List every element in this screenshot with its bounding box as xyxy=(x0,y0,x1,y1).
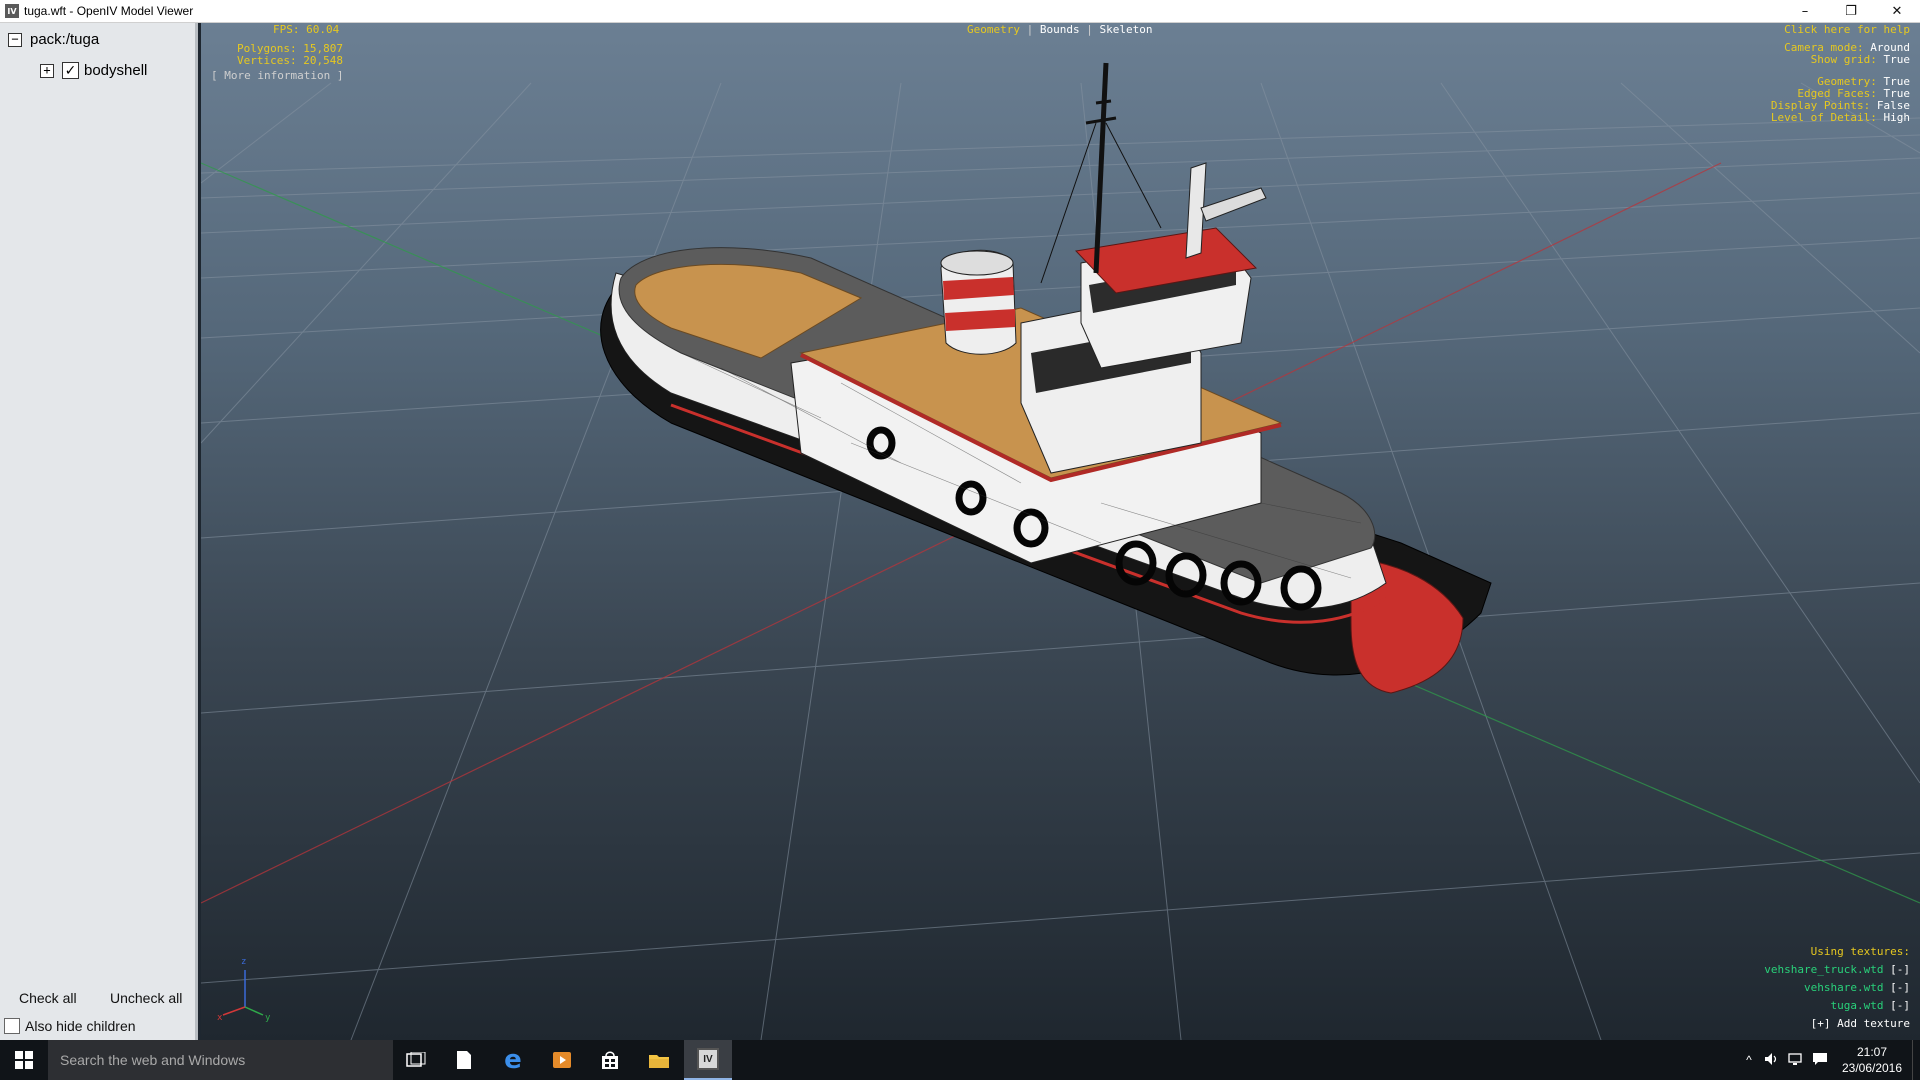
tree-node-bodyshell[interactable]: + ✓ bodyshell xyxy=(40,62,147,79)
model-tree-panel: − pack:/tuga + ✓ bodyshell Check all Unc… xyxy=(0,23,198,1040)
view-mode-separator: | xyxy=(1026,23,1034,36)
media-player-icon[interactable] xyxy=(538,1040,586,1080)
taskbar: Search the web and Windows xyxy=(0,1040,1920,1080)
tugboat-model xyxy=(600,62,1492,694)
network-icon[interactable] xyxy=(1784,1052,1808,1069)
axis-label-y: y xyxy=(265,1013,271,1023)
expand-icon[interactable]: + xyxy=(40,63,54,78)
view-mode-bounds[interactable]: Bounds xyxy=(1040,23,1080,36)
clock-date: 23/06/2016 xyxy=(1841,1061,1903,1075)
model-viewport[interactable]: FPS: 60.04 Polygons: 15,807 Vertices: 20… xyxy=(201,23,1920,1040)
file-icon[interactable] xyxy=(440,1040,488,1080)
texture-item: vehshare.wtd [-] xyxy=(1764,979,1910,997)
also-hide-children-checkbox[interactable] xyxy=(4,1018,20,1034)
restore-button[interactable]: ❐ xyxy=(1828,0,1874,22)
tree-node-bodyshell-label[interactable]: bodyshell xyxy=(84,62,147,79)
minimize-button[interactable]: – xyxy=(1782,0,1828,22)
view-mode-tabs: Geometry | Bounds | Skeleton xyxy=(967,23,1152,36)
volume-icon[interactable] xyxy=(1760,1052,1784,1069)
viewport-scene xyxy=(201,62,1920,1040)
texture-item: vehshare_truck.wtd [-] xyxy=(1764,961,1910,979)
action-center-icon[interactable] xyxy=(1808,1052,1832,1069)
openiv-app-icon: IV xyxy=(5,4,19,18)
openiv-icon: IV xyxy=(697,1048,719,1070)
taskbar-search-box[interactable]: Search the web and Windows xyxy=(48,1040,393,1080)
viewer-settings: Camera mode: Around Show grid: True Geom… xyxy=(1771,42,1910,124)
windows-logo-icon xyxy=(15,1051,33,1069)
remove-texture-button[interactable]: [-] xyxy=(1890,963,1910,976)
axis-label-x: x xyxy=(217,1013,223,1023)
show-desktop-button[interactable] xyxy=(1912,1040,1920,1080)
setting-level-of-detail[interactable]: Level of Detail: High xyxy=(1771,112,1910,124)
view-mode-separator: | xyxy=(1086,23,1093,36)
setting-value: High xyxy=(1883,111,1911,124)
close-button[interactable]: ✕ xyxy=(1874,0,1920,22)
edge-browser-icon[interactable]: e xyxy=(489,1040,537,1080)
texture-name: vehshare_truck.wtd xyxy=(1764,963,1884,976)
setting-label: Show grid: xyxy=(1810,53,1877,66)
remove-texture-button[interactable]: [-] xyxy=(1890,999,1910,1012)
setting-value: True xyxy=(1883,53,1911,66)
system-tray: ^ 21:07 23/06/2016 xyxy=(1738,1040,1920,1080)
add-texture-button[interactable]: [+] Add texture xyxy=(1764,1015,1910,1033)
remove-texture-button[interactable]: [-] xyxy=(1890,981,1910,994)
task-view-icon[interactable] xyxy=(392,1040,440,1080)
texture-item: tuga.wtd [-] xyxy=(1764,997,1910,1015)
vertices-readout: Vertices: 20,548 xyxy=(237,54,343,67)
tray-overflow-icon[interactable]: ^ xyxy=(1738,1053,1760,1067)
also-hide-children-label: Also hide children xyxy=(25,1018,136,1034)
window-title: tuga.wft - OpenIV Model Viewer xyxy=(24,4,194,18)
setting-show-grid[interactable]: Show grid: True xyxy=(1771,54,1910,66)
textures-title: Using textures: xyxy=(1810,945,1910,958)
more-information-link[interactable]: [ More information ] xyxy=(211,69,343,82)
store-icon[interactable] xyxy=(586,1040,634,1080)
openiv-taskbar-icon[interactable]: IV xyxy=(684,1040,732,1080)
also-hide-children-option[interactable]: Also hide children xyxy=(4,1018,136,1034)
help-link[interactable]: Click here for help xyxy=(1784,23,1910,36)
file-explorer-icon[interactable] xyxy=(635,1040,683,1080)
setting-label: Level of Detail: xyxy=(1770,111,1877,124)
textures-panel: Using textures: vehshare_truck.wtd [-] v… xyxy=(1764,943,1910,1033)
window-controls: – ❐ ✕ xyxy=(1782,0,1920,22)
view-mode-geometry[interactable]: Geometry xyxy=(967,23,1020,36)
uncheck-all-button[interactable]: Uncheck all xyxy=(110,990,182,1006)
bodyshell-checkbox[interactable]: ✓ xyxy=(62,62,79,79)
axis-label-z: z xyxy=(241,957,247,967)
taskbar-clock[interactable]: 21:07 23/06/2016 xyxy=(1832,1044,1912,1076)
tree-node-root-label[interactable]: pack:/tuga xyxy=(30,31,99,48)
title-bar: IV tuga.wft - OpenIV Model Viewer – ❐ ✕ xyxy=(0,0,1920,23)
start-button[interactable] xyxy=(0,1040,48,1080)
texture-name: vehshare.wtd xyxy=(1804,981,1884,994)
axis-gizmo xyxy=(222,970,264,1016)
clock-time: 21:07 xyxy=(1856,1045,1888,1059)
collapse-icon[interactable]: − xyxy=(8,32,22,47)
tree-node-root[interactable]: − pack:/tuga xyxy=(8,31,99,48)
view-mode-skeleton[interactable]: Skeleton xyxy=(1099,23,1152,36)
check-all-button[interactable]: Check all xyxy=(19,990,77,1006)
texture-name: tuga.wtd xyxy=(1830,999,1884,1012)
fps-readout: FPS: 60.04 xyxy=(273,23,340,36)
